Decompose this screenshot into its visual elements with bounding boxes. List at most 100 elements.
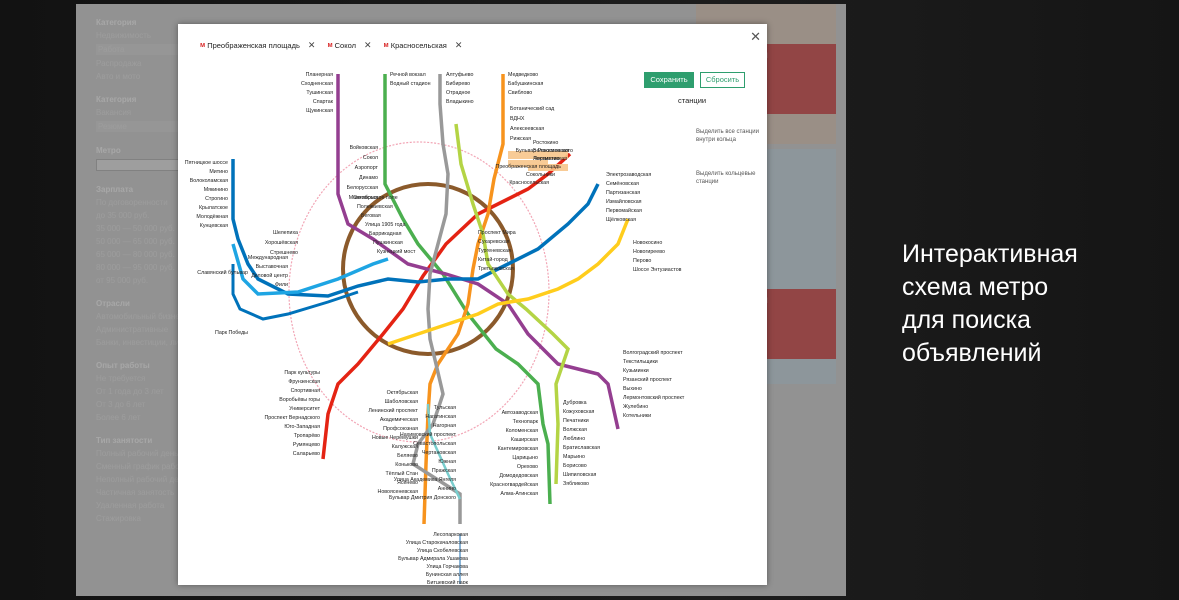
selected-station-chip[interactable]: м Сокол ✕ xyxy=(327,40,371,51)
station-label[interactable]: Борисово xyxy=(563,463,587,469)
station-label[interactable]: Сходненская xyxy=(301,81,333,87)
remove-chip-icon[interactable]: ✕ xyxy=(308,40,316,51)
station-label[interactable]: Проспект Мира xyxy=(478,230,516,236)
remove-chip-icon[interactable]: ✕ xyxy=(364,40,372,51)
station-label[interactable]: Каширская xyxy=(511,437,538,443)
station-label[interactable]: Домодедовская xyxy=(499,473,538,479)
station-label[interactable]: Кожуховская xyxy=(563,409,595,415)
station-label[interactable]: Красносельская xyxy=(509,180,549,186)
station-label[interactable]: Технопарк xyxy=(513,419,539,425)
station-label[interactable]: Китай-город xyxy=(478,256,508,263)
station-label[interactable]: Спортивная xyxy=(291,388,321,394)
station-label[interactable]: Ростокино xyxy=(533,140,558,146)
station-label[interactable]: Текстильщики xyxy=(623,359,658,365)
station-label[interactable]: Пражская xyxy=(432,468,456,474)
station-label[interactable]: Воробьёвы горы xyxy=(279,397,320,403)
station-label[interactable]: Спартак xyxy=(313,99,334,105)
station-label[interactable]: Строгино xyxy=(205,196,228,202)
station-label[interactable]: Кунцевская xyxy=(200,223,228,229)
metro-map[interactable]: Планерная Сходненская Тушинская Спартак Щуки… xyxy=(178,64,698,584)
station-label[interactable]: Деловой центр xyxy=(251,272,288,279)
station-label[interactable]: Хорошёвская xyxy=(265,240,298,246)
station-label[interactable]: Славянский бульвар xyxy=(197,269,248,276)
station-label[interactable]: Волгоградский проспект xyxy=(623,349,683,356)
station-label[interactable]: Отрадное xyxy=(446,90,470,96)
station-label[interactable]: Лесопарковая xyxy=(433,532,468,538)
station-label[interactable]: Владыкино xyxy=(446,99,474,105)
station-label[interactable]: Коньково xyxy=(395,462,418,468)
station-label[interactable]: Измайловская xyxy=(606,198,642,205)
station-label[interactable]: Юго-Западная xyxy=(284,424,320,430)
station-label[interactable]: Алма-Атинская xyxy=(500,491,538,497)
station-label[interactable]: Лермонтовский проспект xyxy=(623,394,685,401)
station-label[interactable]: Октябрьское поле xyxy=(353,195,398,201)
station-label[interactable]: Бульвар Адмирала Ушакова xyxy=(398,556,468,562)
station-label[interactable]: Партизанская xyxy=(606,190,640,196)
station-label[interactable]: Жулебино xyxy=(623,404,648,410)
select-inside-ring-option[interactable]: Выделить все станции внутри кольца xyxy=(696,128,762,144)
station-label[interactable]: Нахимовский проспект xyxy=(400,431,457,438)
station-label[interactable]: Люблино xyxy=(563,436,585,442)
station-label[interactable]: Сокол xyxy=(363,155,378,161)
station-label[interactable]: Автозаводская xyxy=(502,410,539,416)
station-label[interactable]: Улица Академика Янгеля xyxy=(394,477,456,483)
station-label[interactable]: Проспект Вернадского xyxy=(264,415,320,421)
station-label[interactable]: Парк Победы xyxy=(215,330,248,336)
station-label[interactable]: Фрунзенская xyxy=(288,379,320,385)
station-label[interactable]: Третьяковская xyxy=(478,266,514,272)
station-label[interactable]: Первомайская xyxy=(606,207,642,214)
station-label[interactable]: Тургеневская xyxy=(478,248,511,254)
station-label[interactable]: Улица 1905 года xyxy=(365,222,406,228)
station-label[interactable]: Мякинино xyxy=(204,187,228,193)
station-label[interactable]: Речной вокзал xyxy=(390,71,426,78)
station-label[interactable]: Шоссе Энтузиастов xyxy=(633,267,682,273)
station-label[interactable]: Тульская xyxy=(434,405,456,411)
station-label[interactable]: Аэропорт xyxy=(355,165,379,171)
station-label[interactable]: Митино xyxy=(209,169,228,175)
station-label[interactable]: Сокольники xyxy=(526,172,555,178)
station-label[interactable]: Бабушкинская xyxy=(508,81,543,87)
station-label[interactable]: Преображенская площадь xyxy=(496,164,562,170)
selected-station-chip[interactable]: м Красносельская ✕ xyxy=(384,40,463,51)
station-label[interactable]: Зябликово xyxy=(563,481,589,487)
station-label[interactable]: Бульвар Дмитрия Донского xyxy=(389,495,456,501)
station-label[interactable]: Рижская xyxy=(510,136,531,142)
station-label[interactable]: Беляево xyxy=(397,453,418,459)
station-label[interactable]: Баррикадная xyxy=(369,231,402,237)
select-ring-stations-option[interactable]: Выделить кольцевые станции xyxy=(696,170,762,186)
station-label[interactable]: Улица Старокачаловская xyxy=(406,540,468,546)
close-icon[interactable]: ✕ xyxy=(750,30,761,43)
station-label[interactable]: Улица Скобелевская xyxy=(417,548,468,554)
station-label[interactable]: Тушинская xyxy=(306,90,333,96)
station-label[interactable]: Щёлковская xyxy=(606,217,636,223)
station-label[interactable]: Щукинская xyxy=(306,108,333,114)
station-label[interactable]: Стрешнево xyxy=(270,250,298,256)
station-label[interactable]: Марьино xyxy=(563,454,585,460)
station-label[interactable]: Планерная xyxy=(306,72,334,78)
station-label[interactable]: Университет xyxy=(289,406,320,412)
station-label[interactable]: Свиблово xyxy=(508,90,532,96)
station-label[interactable]: Белокаменная xyxy=(533,148,569,154)
station-label[interactable]: Электрозаводская xyxy=(606,172,651,178)
station-label[interactable]: Дубровка xyxy=(563,400,587,406)
station-label[interactable]: Саларьево xyxy=(293,451,320,457)
station-label[interactable]: Тёплый Стан xyxy=(386,470,419,477)
selected-station-chip[interactable]: м Преображенская площадь ✕ xyxy=(200,40,315,51)
station-label[interactable]: Волоколамская xyxy=(190,178,228,184)
station-label[interactable]: Новокосино xyxy=(633,240,662,246)
station-label[interactable]: Выхино xyxy=(623,386,642,392)
station-label[interactable]: Академическая xyxy=(380,417,418,423)
station-label[interactable]: Пушкинская xyxy=(373,240,403,246)
station-label[interactable]: Печатники xyxy=(563,418,589,424)
station-label[interactable]: Динамо xyxy=(359,175,378,181)
station-label[interactable]: Нагатинская xyxy=(425,414,456,420)
station-label[interactable]: Беговая xyxy=(361,213,381,219)
station-label[interactable]: Алексеевская xyxy=(510,126,544,132)
station-label[interactable]: Семёновская xyxy=(606,181,639,187)
station-label[interactable]: Белорусская xyxy=(347,185,378,191)
station-label[interactable]: Фили xyxy=(275,282,288,288)
station-label[interactable]: Октябрьская xyxy=(387,390,419,396)
station-label[interactable]: Улица Горчакова xyxy=(426,564,468,570)
station-label[interactable]: Выставочная xyxy=(256,264,289,270)
station-label[interactable]: Бунинская аллея xyxy=(426,572,468,578)
